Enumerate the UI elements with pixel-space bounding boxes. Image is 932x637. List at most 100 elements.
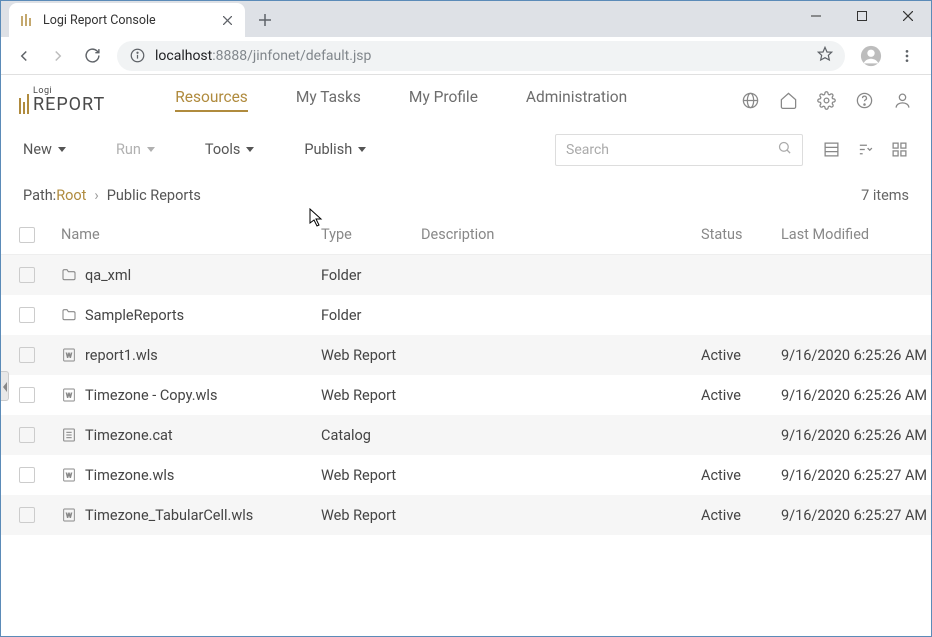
address-bar: localhost:8888/jinfonet/default.jsp [1, 37, 931, 75]
home-icon[interactable] [777, 89, 799, 111]
nav-myprofile[interactable]: My Profile [409, 88, 478, 112]
globe-icon[interactable] [739, 89, 761, 111]
row-name: Timezone.wls [85, 467, 174, 484]
search-box[interactable] [555, 134, 803, 166]
toolbar-run[interactable]: Run [116, 141, 155, 158]
row-checkbox[interactable] [19, 387, 35, 403]
caret-down-icon [147, 147, 155, 152]
app-logo[interactable]: LogiREPORT [19, 87, 105, 114]
browser-tabs: Logi Report Console [1, 1, 931, 37]
browser-menu-icon[interactable] [891, 40, 923, 72]
row-checkbox[interactable] [19, 267, 35, 283]
table-row[interactable]: SampleReportsFolder [1, 295, 931, 335]
webreport-icon: W [61, 467, 77, 483]
breadcrumb: Path: Root › Public Reports 7 items [1, 175, 931, 215]
col-name[interactable]: Name [61, 226, 321, 243]
table-row[interactable]: Wreport1.wlsWeb ReportActive9/16/2020 6:… [1, 335, 931, 375]
gear-icon[interactable] [815, 89, 837, 111]
caret-down-icon [358, 147, 366, 152]
chevron-right-icon: › [94, 187, 98, 204]
row-checkbox[interactable] [19, 307, 35, 323]
item-count: 7 items [861, 187, 909, 204]
site-info-icon[interactable] [129, 48, 145, 64]
col-type[interactable]: Type [321, 226, 421, 243]
svg-text:W: W [66, 512, 72, 520]
back-button[interactable] [9, 41, 39, 71]
nav-administration[interactable]: Administration [526, 88, 627, 112]
row-status: Active [701, 387, 781, 404]
tab-close-button[interactable] [219, 12, 235, 28]
row-status: Active [701, 347, 781, 364]
select-all-checkbox[interactable] [19, 227, 35, 243]
logo-mark-icon [19, 94, 29, 114]
table-header: Name Type Description Status Last Modifi… [1, 215, 931, 255]
row-checkbox[interactable] [19, 347, 35, 363]
toolbar-new[interactable]: New [23, 141, 66, 158]
user-icon[interactable] [891, 89, 913, 111]
row-lastmodified: 9/16/2020 6:25:27 AM [781, 467, 931, 484]
table-row[interactable]: Timezone.cat Catalog 9/16/2020 6:25:26 AM [1, 415, 931, 455]
col-description[interactable]: Description [421, 226, 701, 243]
app-topbar: LogiREPORT Resources My Tasks My Profile… [1, 75, 931, 125]
help-icon[interactable] [853, 89, 875, 111]
svg-text:W: W [66, 352, 72, 360]
breadcrumb-root[interactable]: Root [56, 187, 86, 204]
col-lastmodified[interactable]: Last Modified [781, 226, 931, 243]
search-input[interactable] [566, 142, 777, 158]
row-type: Web Report [321, 347, 421, 364]
row-type: Catalog [321, 427, 421, 444]
window-minimize-button[interactable] [793, 1, 839, 31]
row-name: qa_xml [85, 267, 131, 284]
toolbar-publish[interactable]: Publish [304, 141, 366, 158]
view-list-icon[interactable] [821, 140, 841, 160]
caret-down-icon [246, 147, 254, 152]
row-status: Active [701, 467, 781, 484]
table-row[interactable]: WTimezone_TabularCell.wlsWeb ReportActiv… [1, 495, 931, 535]
breadcrumb-current: Public Reports [107, 187, 201, 204]
tab-title: Logi Report Console [43, 13, 219, 28]
search-icon[interactable] [777, 140, 792, 159]
svg-text:W: W [66, 392, 72, 400]
table-row[interactable]: qa_xmlFolder [1, 255, 931, 295]
table-row[interactable]: W Timezone - Copy.wls Web Report Active9/16… [1, 375, 931, 415]
row-lastmodified: 9/16/2020 6:25:27 AM [781, 507, 931, 524]
reload-button[interactable] [77, 41, 107, 71]
nav-resources[interactable]: Resources [175, 88, 248, 112]
row-name: report1.wls [85, 347, 158, 364]
table-row[interactable]: WTimezone.wlsWeb ReportActive9/16/2020 6… [1, 455, 931, 495]
toolbar-tools[interactable]: Tools [205, 141, 255, 158]
folder-icon [61, 267, 77, 283]
row-checkbox[interactable] [19, 427, 35, 443]
row-lastmodified: 9/16/2020 6:25:26 AM [781, 387, 931, 404]
row-status: Active [701, 507, 781, 524]
browser-tab[interactable]: Logi Report Console [9, 3, 245, 37]
nav-mytasks[interactable]: My Tasks [296, 88, 361, 112]
row-type: Folder [321, 307, 421, 324]
row-name: Timezone - Copy.wls [85, 387, 217, 404]
webreport-icon: W [61, 507, 77, 523]
row-type: Web Report [321, 387, 421, 404]
url-text: localhost:8888/jinfonet/default.jsp [155, 48, 371, 64]
col-status[interactable]: Status [701, 226, 781, 243]
caret-down-icon [58, 147, 66, 152]
bookmark-icon[interactable] [817, 46, 833, 66]
row-checkbox[interactable] [19, 507, 35, 523]
url-bar[interactable]: localhost:8888/jinfonet/default.jsp [117, 41, 845, 71]
profile-icon[interactable] [855, 40, 887, 72]
row-name: Timezone.cat [85, 427, 173, 444]
window-maximize-button[interactable] [839, 1, 885, 31]
row-checkbox[interactable] [19, 467, 35, 483]
catalog-icon [61, 427, 77, 443]
view-grid-icon[interactable] [889, 140, 909, 160]
view-sort-icon[interactable] [855, 140, 875, 160]
window-close-button[interactable] [885, 1, 931, 31]
webreport-icon: W [61, 347, 77, 363]
folder-icon [61, 307, 77, 323]
row-type: Web Report [321, 507, 421, 524]
webreport-icon: W [61, 387, 77, 403]
new-tab-button[interactable] [251, 6, 279, 34]
row-lastmodified: 9/16/2020 6:25:26 AM [781, 427, 931, 444]
forward-button[interactable] [43, 41, 73, 71]
favicon-icon [19, 12, 35, 28]
collapse-handle[interactable] [1, 371, 9, 401]
